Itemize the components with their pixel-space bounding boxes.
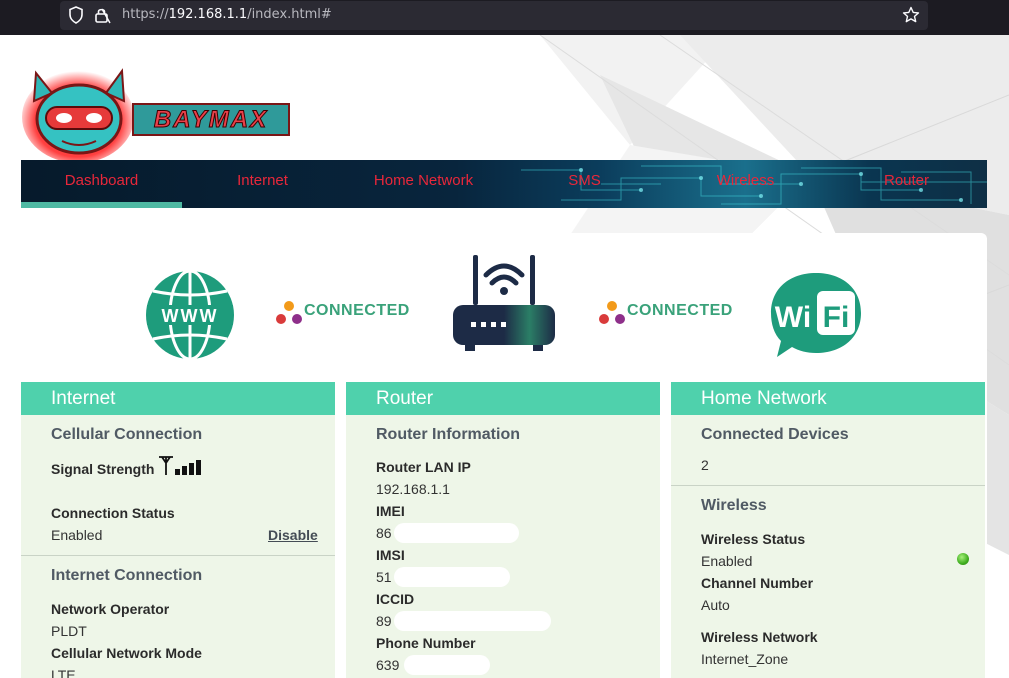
- internet-connected-label: CONNECTED: [304, 302, 410, 319]
- url-bar[interactable]: https://192.168.1.1/index.html#: [60, 1, 928, 30]
- network-operator-value: PLDT: [51, 623, 87, 639]
- wifi-logo-icon: Wi Fi: [771, 273, 861, 357]
- section-divider: [671, 485, 985, 486]
- wireless-status-label: Wireless Status: [701, 531, 806, 547]
- cellular-network-mode-label: Cellular Network Mode: [51, 645, 202, 661]
- baymax-logo[interactable]: BAYMAX: [22, 63, 292, 163]
- logo-text: BAYMAX: [153, 105, 269, 133]
- wireless-network-value: Internet_Zone: [701, 651, 789, 667]
- nav-active-indicator: [21, 202, 182, 208]
- signal-strength-label: Signal Strength: [51, 461, 155, 477]
- nav-wireless[interactable]: Wireless: [665, 160, 826, 202]
- internet-connection-title: Internet Connection: [51, 567, 203, 584]
- nav-internet[interactable]: Internet: [182, 160, 343, 202]
- router-icon: [453, 255, 555, 351]
- phone-number-label: Phone Number: [376, 635, 476, 651]
- imsi-redaction: [394, 567, 510, 587]
- logo-wordmark: BAYMAX: [132, 103, 290, 136]
- wireless-status-value: Enabled: [701, 553, 753, 569]
- wifi-connected-status: CONNECTED: [597, 299, 737, 329]
- router-lan-ip-label: Router LAN IP: [376, 459, 471, 475]
- wireless-title: Wireless: [701, 497, 767, 514]
- signal-strength-icon: [159, 456, 201, 475]
- router-panel-title: Router: [346, 382, 660, 415]
- url-text: https://192.168.1.1/index.html#: [122, 7, 332, 22]
- connection-status-label: Connection Status: [51, 505, 175, 521]
- cellular-network-mode-value: LTE: [51, 667, 76, 678]
- connection-status-value: Enabled: [51, 527, 103, 543]
- imei-value: 86: [376, 525, 392, 541]
- disable-connection-link[interactable]: Disable: [268, 527, 318, 543]
- svg-text:WWW: WWW: [162, 306, 219, 326]
- router-lan-ip-value: 192.168.1.1: [376, 481, 450, 497]
- svg-text:Fi: Fi: [823, 301, 850, 334]
- nav-router[interactable]: Router: [826, 160, 987, 202]
- internet-connected-status: CONNECTED: [274, 299, 414, 329]
- globe-www-icon: WWW: [146, 269, 234, 361]
- cellular-connection-title: Cellular Connection: [51, 426, 203, 443]
- iccid-value: 89: [376, 613, 392, 629]
- connected-devices-title: Connected Devices: [701, 426, 849, 443]
- svg-text:Wi: Wi: [775, 301, 811, 334]
- phone-number-redaction: [404, 655, 490, 675]
- iccid-label: ICCID: [376, 591, 415, 607]
- router-panel: Router Router Information Router LAN IP …: [346, 382, 660, 678]
- connection-status-row: WWW CONNECTED CONNECTED Wi Fi: [21, 233, 987, 373]
- imei-label: IMEI: [376, 503, 405, 519]
- wireless-status-indicator-icon: [957, 553, 969, 565]
- robot-head-icon: [22, 68, 134, 163]
- router-information-title: Router Information: [376, 426, 520, 443]
- connected-icon: [276, 301, 302, 324]
- lock-warning-icon[interactable]: [94, 6, 112, 24]
- internet-panel-title: Internet: [21, 382, 335, 415]
- phone-number-value: 639: [376, 657, 400, 673]
- imei-redaction: [394, 523, 519, 543]
- router-admin-page: BAYMAX Dashboard Internet Home Network S…: [0, 35, 1009, 678]
- imsi-value: 51: [376, 569, 392, 585]
- wifi-connected-label: CONNECTED: [627, 302, 733, 319]
- nav-home-network[interactable]: Home Network: [343, 160, 504, 202]
- wireless-network-label: Wireless Network: [701, 629, 818, 645]
- main-nav: Dashboard Internet Home Network SMS Wire…: [21, 160, 987, 208]
- browser-toolbar: https://192.168.1.1/index.html#: [0, 0, 1009, 35]
- network-operator-label: Network Operator: [51, 601, 170, 617]
- channel-number-label: Channel Number: [701, 575, 814, 591]
- shield-icon[interactable]: [68, 6, 84, 24]
- internet-panel: Internet Cellular Connection Signal Stre…: [21, 382, 335, 678]
- section-divider: [21, 555, 335, 556]
- imsi-label: IMSI: [376, 547, 405, 563]
- iccid-redaction: [394, 611, 551, 631]
- dashboard-content: WWW CONNECTED CONNECTED Wi Fi Internet C…: [21, 233, 987, 678]
- nav-dashboard[interactable]: Dashboard: [21, 160, 182, 202]
- connected-icon: [599, 301, 625, 324]
- connected-devices-value: 2: [701, 457, 709, 473]
- channel-number-value: Auto: [701, 597, 730, 613]
- bookmark-star-icon[interactable]: [902, 6, 920, 24]
- home-network-panel-title: Home Network: [671, 382, 985, 415]
- home-network-panel: Home Network Connected Devices 2 Wireles…: [671, 382, 985, 678]
- nav-sms[interactable]: SMS: [504, 160, 665, 202]
